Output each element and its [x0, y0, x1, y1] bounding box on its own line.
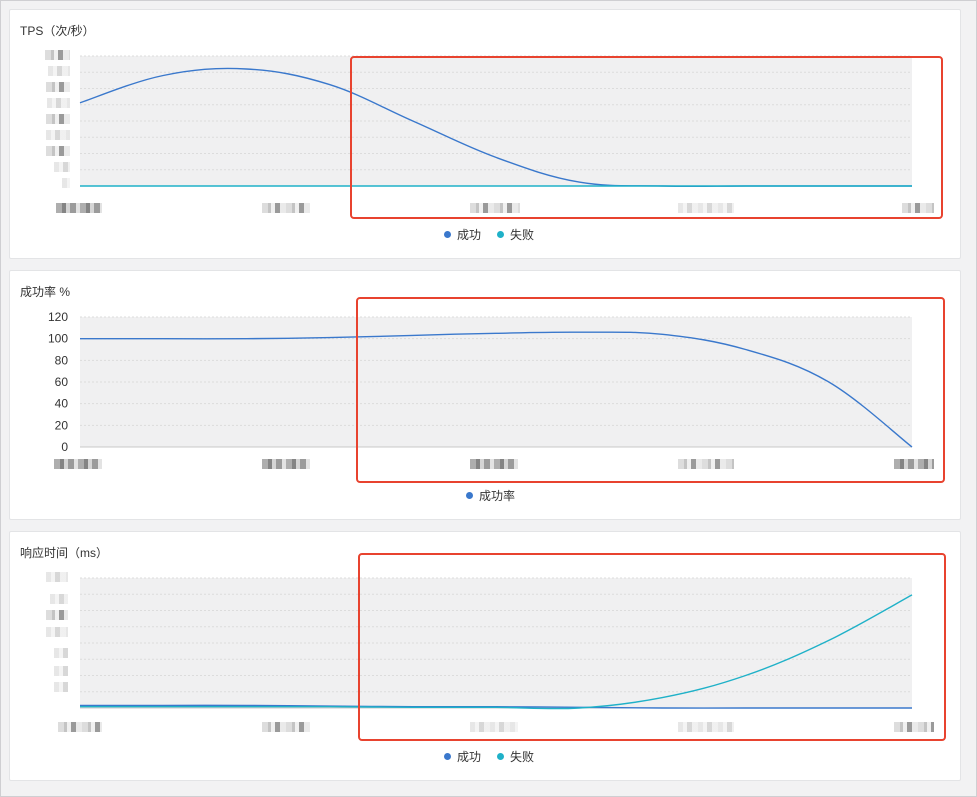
tps-y-label-obscured [45, 50, 70, 60]
legend-dot-icon [497, 753, 505, 760]
legend-failure[interactable]: 失败 [497, 748, 534, 765]
legend-success-rate-label: 成功率 [479, 489, 516, 503]
rate-x-label-obscured [54, 459, 102, 469]
legend-dot-icon [444, 753, 451, 760]
rt-y-label-obscured [46, 610, 68, 620]
legend-failure-label: 失败 [510, 750, 535, 764]
y-tick-label: 20 [55, 418, 69, 432]
legend-success-rate[interactable]: 成功率 [466, 487, 515, 504]
rt-y-label-obscured [46, 627, 68, 637]
y-tick-label: 80 [55, 353, 69, 367]
y-tick-label: 0 [61, 440, 68, 454]
rt-y-label-obscured [54, 648, 68, 658]
highlight-box [358, 553, 946, 741]
legend-failure-label: 失败 [510, 228, 535, 242]
legend-success[interactable]: 成功 [444, 748, 481, 765]
dashboard-frame: TPS（次/秒） 成功 失败 成功率 % 0 20 40 60 80 100 1… [0, 0, 977, 797]
tps-y-label-obscured [62, 178, 70, 188]
rate-x-label-obscured [262, 459, 310, 469]
tps-y-label-obscured [47, 98, 70, 108]
legend-success[interactable]: 成功 [444, 226, 481, 243]
tps-y-label-obscured [46, 82, 70, 92]
highlight-box [350, 56, 943, 219]
legend-dot-icon [444, 231, 451, 238]
legend-dot-icon [497, 231, 505, 238]
y-tick-label: 100 [48, 332, 68, 346]
legend-failure[interactable]: 失败 [497, 226, 534, 243]
rt-x-label-obscured [262, 722, 310, 732]
tps-y-label-obscured [54, 162, 70, 172]
rt-y-label-obscured [50, 594, 68, 604]
legend-dot-icon [466, 492, 473, 499]
tps-y-label-obscured [46, 130, 70, 140]
rt-y-label-obscured [46, 572, 68, 582]
highlight-box [356, 297, 945, 483]
response-time-legend: 成功 失败 [444, 748, 534, 765]
tps-legend: 成功 失败 [444, 226, 534, 243]
y-tick-label: 40 [55, 397, 69, 411]
tps-y-label-obscured [48, 66, 70, 76]
y-tick-label: 60 [55, 375, 69, 389]
tps-y-label-obscured [46, 114, 70, 124]
success-rate-legend: 成功率 [466, 487, 515, 504]
rt-x-label-obscured [58, 722, 102, 732]
rt-y-label-obscured [54, 682, 68, 692]
y-tick-label: 120 [48, 310, 68, 324]
legend-success-label: 成功 [457, 750, 482, 764]
rt-y-label-obscured [54, 666, 68, 676]
legend-success-label: 成功 [457, 228, 482, 242]
tps-y-label-obscured [46, 146, 70, 156]
tps-x-label-obscured [262, 203, 310, 213]
tps-x-label-obscured [56, 203, 102, 213]
